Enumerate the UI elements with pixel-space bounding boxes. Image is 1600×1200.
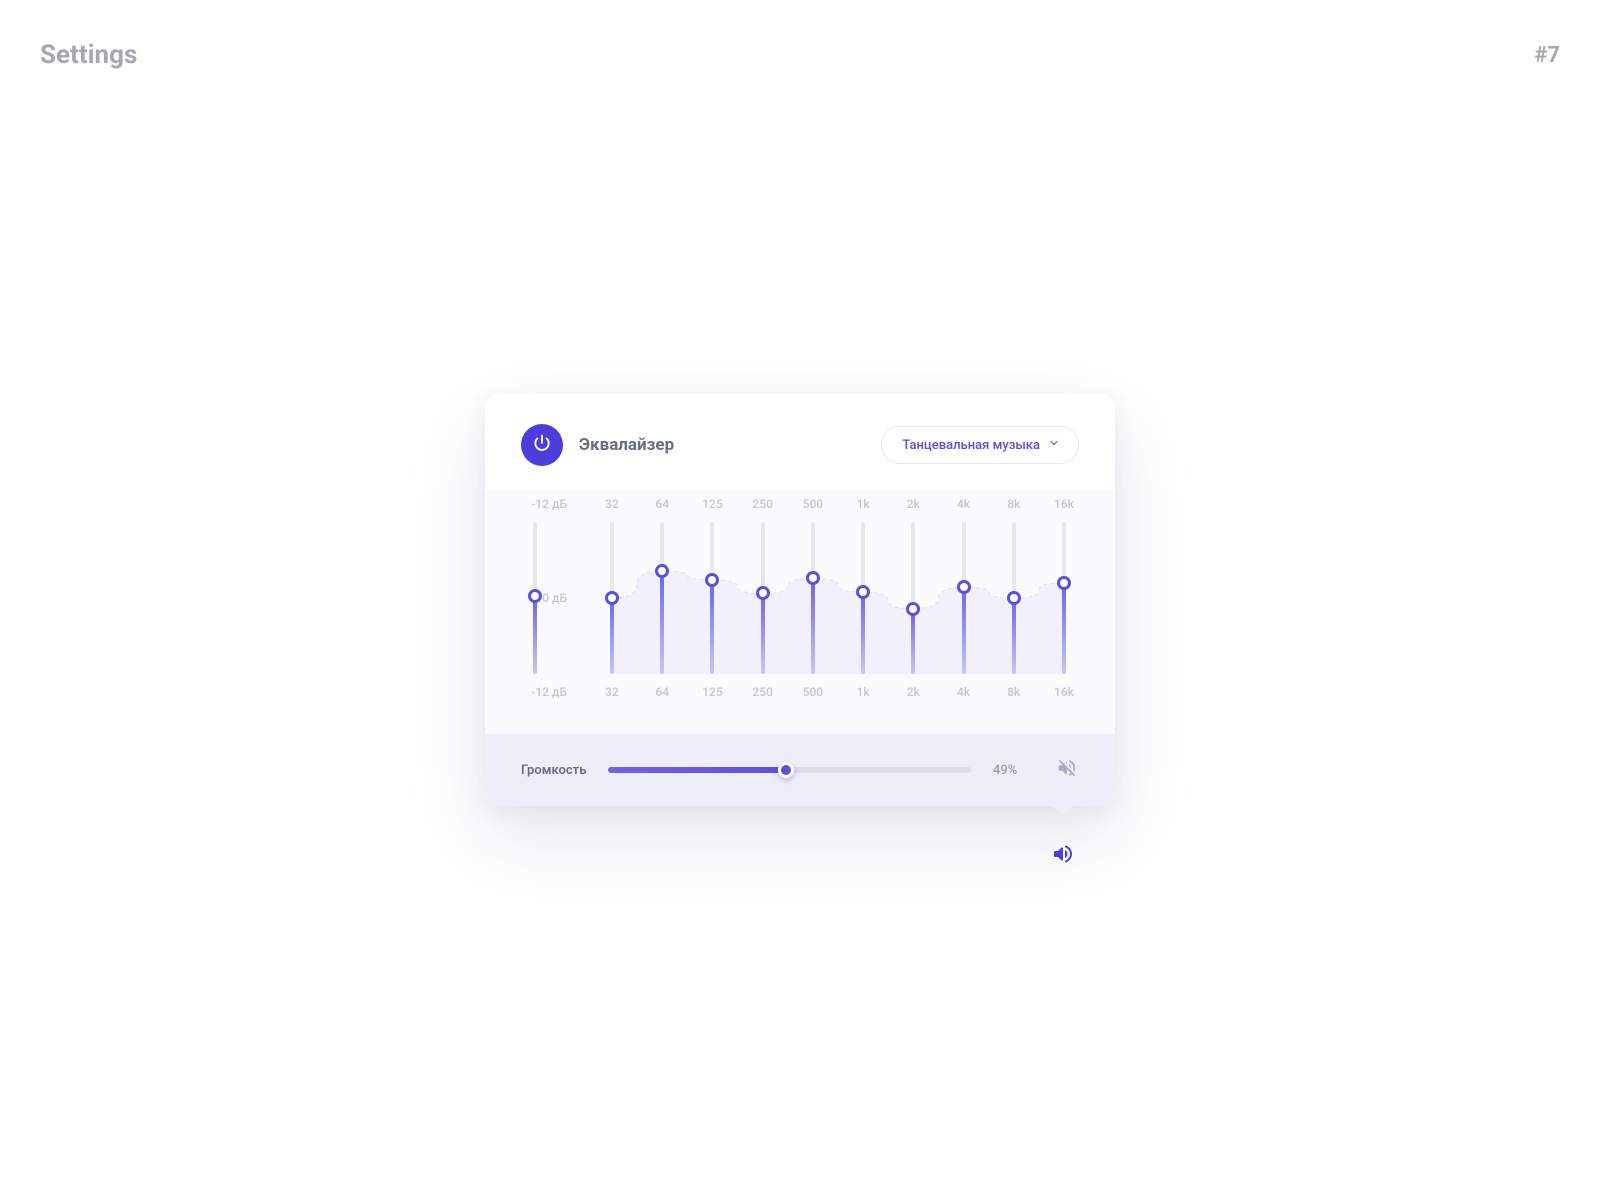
band-label-bottom: 250 — [748, 685, 778, 699]
power-button[interactable] — [521, 424, 563, 466]
band-slider-64[interactable] — [647, 522, 677, 674]
band-slider-16k[interactable] — [1049, 522, 1079, 674]
scale-label-mid: 0 дБ — [542, 591, 567, 605]
scale-label-bottom: -12 дБ — [521, 685, 567, 699]
band-slider-1k[interactable] — [848, 522, 878, 674]
bands-column: 32 64 125 250 500 1k 2k 4k 8k 16k 32 64 125 250 500 1k… — [597, 490, 1079, 706]
band-label-top: 500 — [798, 497, 828, 511]
equalizer-card: Эквалайзер Танцевальная музыка -12 дБ — [485, 394, 1115, 806]
volume-slider[interactable] — [608, 766, 971, 774]
band-label-bottom: 4k — [949, 685, 979, 699]
band-slider-8k[interactable] — [999, 522, 1029, 674]
chevron-down-icon — [1048, 437, 1060, 453]
band-label-bottom: 8k — [999, 685, 1029, 699]
band-slider-500[interactable] — [798, 522, 828, 674]
volume-on-icon — [1051, 842, 1075, 870]
equalizer-body: -12 дБ 0 дБ -12 дБ 32 64 125 250 500 1k 2k 4k 8k… — [485, 490, 1115, 734]
mute-button[interactable] — [1055, 758, 1079, 782]
speaker-button[interactable] — [1049, 842, 1077, 870]
volume-mute-icon — [1056, 757, 1078, 783]
card-header: Эквалайзер Танцевальная музыка — [485, 394, 1115, 490]
band-slider-125[interactable] — [697, 522, 727, 674]
volume-percent: 49% — [993, 763, 1033, 778]
band-label-bottom: 64 — [647, 685, 677, 699]
band-label-bottom: 500 — [798, 685, 828, 699]
volume-label: Громкость — [521, 763, 586, 778]
volume-footer: Громкость 49% — [485, 734, 1115, 806]
popover-arrow — [1051, 804, 1075, 816]
band-slider-4k[interactable] — [949, 522, 979, 674]
scale-column: -12 дБ 0 дБ -12 дБ — [521, 490, 567, 706]
band-slider-32[interactable] — [597, 522, 627, 674]
band-label-bottom: 2k — [898, 685, 928, 699]
equalizer-title: Эквалайзер — [579, 435, 674, 455]
page-title: Settings — [40, 40, 137, 70]
band-label-bottom: 125 — [697, 685, 727, 699]
page-number: #7 — [1534, 43, 1560, 68]
preset-select[interactable]: Танцевальная музыка — [881, 426, 1079, 464]
scale-slider[interactable]: 0 дБ — [521, 522, 567, 674]
band-label-top: 2k — [898, 497, 928, 511]
band-label-top: 4k — [949, 497, 979, 511]
band-label-bottom: 32 — [597, 685, 627, 699]
band-label-bottom: 16k — [1049, 685, 1079, 699]
preset-select-label: Танцевальная музыка — [902, 438, 1040, 453]
band-label-bottom: 1k — [848, 685, 878, 699]
band-label-top: 32 — [597, 497, 627, 511]
band-label-top: 64 — [647, 497, 677, 511]
band-slider-2k[interactable] — [898, 522, 928, 674]
power-icon — [532, 433, 552, 457]
band-slider-250[interactable] — [748, 522, 778, 674]
scale-label-top: -12 дБ — [521, 497, 567, 511]
band-label-top: 8k — [999, 497, 1029, 511]
band-label-top: 250 — [748, 497, 778, 511]
band-label-top: 125 — [697, 497, 727, 511]
band-label-top: 1k — [848, 497, 878, 511]
band-label-top: 16k — [1049, 497, 1079, 511]
